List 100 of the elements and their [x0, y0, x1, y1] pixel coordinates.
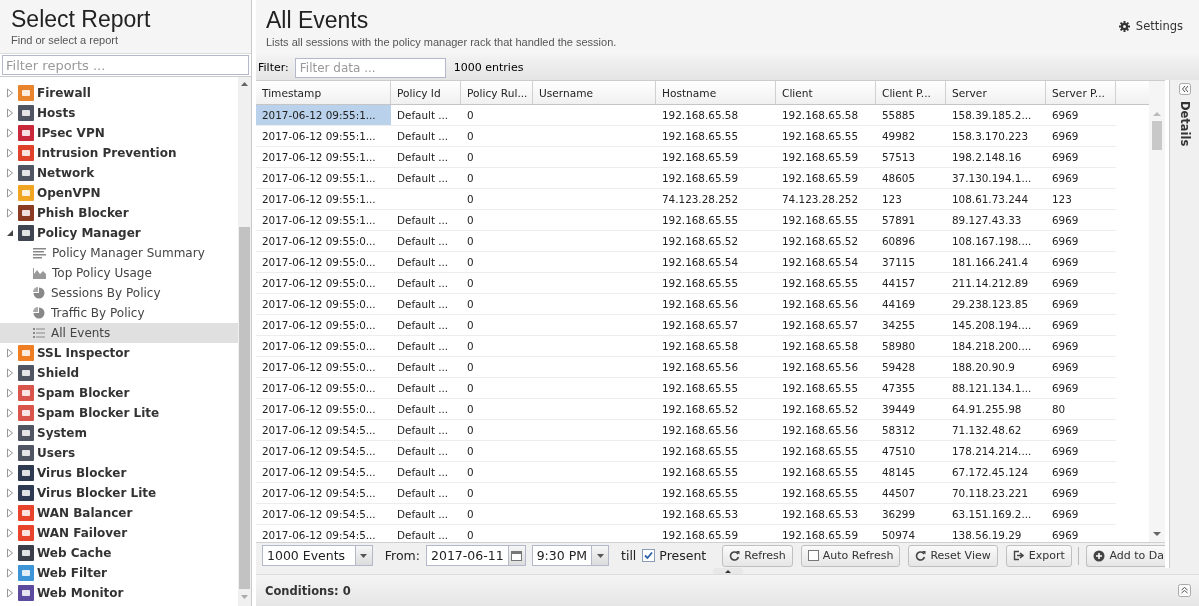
table-cell[interactable]: 2017-06-12 09:54:5... — [256, 483, 391, 503]
column-header[interactable]: Hostname — [656, 81, 776, 104]
tree-item[interactable]: Virus Blocker — [0, 463, 238, 483]
table-cell[interactable]: 2017-06-12 09:55:1... — [256, 126, 391, 146]
table-cell[interactable]: 2017-06-12 09:55:0... — [256, 399, 391, 419]
toolbar-button[interactable]: Add to Da — [1086, 544, 1165, 567]
tree-item[interactable]: Phish Blocker — [0, 203, 238, 223]
table-cell-text: 6969 — [1051, 507, 1080, 522]
table-cell-text: 6969 — [1051, 318, 1080, 333]
report-item[interactable]: Top Policy Usage — [0, 263, 238, 283]
table-cell[interactable]: 2017-06-12 09:55:1... — [256, 210, 391, 230]
table-cell-text: Default ... — [396, 444, 450, 459]
table-cell-text: 6969 — [1051, 444, 1080, 459]
column-header[interactable]: Username — [533, 81, 656, 104]
table-cell-text: 192.168.65.58 — [661, 108, 740, 123]
toolbar-button[interactable]: Export — [1005, 544, 1072, 567]
table-cell[interactable]: 2017-06-12 09:55:0... — [256, 378, 391, 398]
tree-item[interactable]: IPsec VPN — [0, 123, 238, 143]
table-cell-text: 6969 — [1051, 171, 1080, 186]
tree-item[interactable]: Web Cache — [0, 543, 238, 563]
report-item[interactable]: Policy Manager Summary — [0, 243, 238, 263]
table-cell-text: 192.168.65.56 — [781, 360, 860, 375]
report-item[interactable]: Sessions By Policy — [0, 283, 238, 303]
column-header[interactable]: Server P... — [1046, 81, 1116, 104]
tree-item[interactable]: Hosts — [0, 103, 238, 123]
table-cell-text: 192.168.65.55 — [661, 381, 740, 396]
table-cell-text: 0 — [466, 234, 475, 249]
time-dropdown[interactable]: 9:30 PM — [531, 545, 609, 566]
tree-item[interactable]: Firewall — [0, 83, 238, 103]
table-cell-text: Default ... — [396, 423, 450, 438]
tree-item[interactable]: Web Monitor — [0, 583, 238, 603]
tree-item[interactable]: WAN Failover — [0, 523, 238, 543]
table-cell[interactable]: 2017-06-12 09:54:5... — [256, 441, 391, 461]
settings-button[interactable]: Settings — [1112, 19, 1189, 33]
auto-refresh-toggle[interactable]: Auto Refresh — [800, 544, 901, 567]
tree-item[interactable]: Spam Blocker — [0, 383, 238, 403]
tree-item[interactable]: System — [0, 423, 238, 443]
table-cell-text: 0 — [466, 108, 475, 123]
details-panel[interactable]: Details — [1169, 80, 1199, 568]
tree-item[interactable]: Policy Manager — [0, 223, 238, 243]
table-cell-text: 58312 — [881, 423, 917, 438]
table-cell[interactable]: 2017-06-12 09:54:5... — [256, 525, 391, 542]
filter-data-field[interactable]: Filter data ... — [294, 57, 446, 78]
report-item[interactable]: Traffic By Policy — [0, 303, 238, 323]
calendar-icon — [511, 550, 523, 561]
column-header[interactable]: Client P... — [876, 81, 946, 104]
table-cell-text: Default ... — [396, 381, 450, 396]
tree-item[interactable]: Shield — [0, 363, 238, 383]
table-cell[interactable]: 2017-06-12 09:55:1... — [256, 189, 391, 209]
table-cell-text: 192.168.65.55 — [781, 444, 860, 459]
table-cell-text: 6969 — [1051, 360, 1080, 375]
tree-item[interactable]: Intrusion Prevention — [0, 143, 238, 163]
table-cell-text: 6969 — [1051, 381, 1080, 396]
table-cell[interactable]: 2017-06-12 09:54:5... — [256, 420, 391, 440]
table-cell[interactable]: 2017-06-12 09:54:5... — [256, 504, 391, 524]
table-cell[interactable]: 2017-06-12 09:55:0... — [256, 357, 391, 377]
tree-item[interactable]: Spam Blocker Lite — [0, 403, 238, 423]
table-cell[interactable]: 2017-06-12 09:55:0... — [256, 252, 391, 272]
tree-item[interactable]: Web Filter — [0, 563, 238, 583]
table-cell[interactable]: 2017-06-12 09:55:0... — [256, 273, 391, 293]
entry-count: 1000 entries — [453, 61, 524, 74]
tree-item[interactable]: Network — [0, 163, 238, 183]
table-cell-text: 192.168.65.59 — [661, 171, 740, 186]
table-cell[interactable]: 2017-06-12 09:55:1... — [256, 168, 391, 188]
tree-item[interactable]: Users — [0, 443, 238, 463]
table-cell-text: 178.214.214.... — [951, 444, 1033, 459]
date-field[interactable]: 2017-06-11 — [426, 545, 526, 566]
checkbox[interactable] — [642, 549, 656, 562]
table-cell-text: 36299 — [881, 507, 917, 522]
tree-item[interactable]: Virus Blocker Lite — [0, 483, 238, 503]
table-cell[interactable]: 2017-06-12 09:55:1... — [256, 147, 391, 167]
table-cell-text: 0 — [466, 465, 475, 480]
table-cell[interactable]: 2017-06-12 09:55:0... — [256, 231, 391, 251]
table-cell-text: 0 — [466, 318, 475, 333]
table-cell-text: 0 — [466, 129, 475, 144]
table-cell[interactable]: 2017-06-12 09:55:1... — [256, 105, 391, 125]
column-header[interactable]: Client — [776, 81, 876, 104]
event-limit-dropdown[interactable]: 1000 Events — [262, 545, 373, 566]
tree-item[interactable]: OpenVPN — [0, 183, 238, 203]
column-header[interactable]: Timestamp — [256, 81, 391, 104]
table-cell[interactable]: 2017-06-12 09:55:0... — [256, 315, 391, 335]
table-cell-text: 59428 — [881, 360, 917, 375]
table-cell-text: Default ... — [396, 339, 450, 354]
table-cell[interactable]: 2017-06-12 09:54:5... — [256, 462, 391, 482]
table-cell-text: Default ... — [396, 108, 450, 123]
column-header[interactable]: Policy Id — [391, 81, 461, 104]
table-cell-text: 47510 — [881, 444, 917, 459]
table-cell-text: 192.168.65.56 — [661, 423, 740, 438]
tree-item[interactable]: WAN Balancer — [0, 503, 238, 523]
table-cell[interactable]: 2017-06-12 09:55:0... — [256, 336, 391, 356]
tree-item[interactable]: SSL Inspector — [0, 343, 238, 363]
column-header[interactable]: Server — [946, 81, 1046, 104]
table-cell-text: 0 — [466, 192, 475, 207]
area-chart-icon — [33, 267, 46, 279]
report-item[interactable]: All Events — [0, 323, 238, 343]
toolbar-button[interactable]: Reset View — [908, 544, 998, 567]
table-cell[interactable]: 2017-06-12 09:55:0... — [256, 294, 391, 314]
filter-reports-field[interactable]: Filter reports ... — [2, 55, 249, 75]
column-header[interactable]: Policy Rul... — [461, 81, 533, 104]
toolbar-button[interactable]: Refresh — [722, 544, 793, 567]
